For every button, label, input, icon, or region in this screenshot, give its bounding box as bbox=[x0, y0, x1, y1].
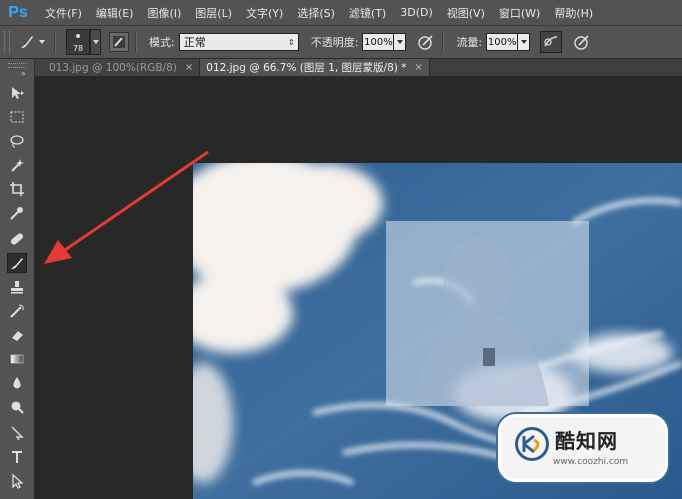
mode-label: 模式: bbox=[149, 36, 175, 49]
menu-type[interactable]: 文字(Y) bbox=[239, 5, 290, 21]
menu-bar: Ps 文件(F) 编辑(E) 图像(I) 图层(L) 文字(Y) 选择(S) 滤… bbox=[0, 0, 682, 25]
red-arrow bbox=[44, 150, 209, 264]
close-icon[interactable]: × bbox=[185, 62, 193, 73]
menu-select[interactable]: 选择(S) bbox=[290, 5, 342, 21]
panel-grip[interactable] bbox=[8, 63, 26, 68]
eraser-icon[interactable] bbox=[7, 325, 27, 345]
pressure-size-button[interactable] bbox=[572, 32, 592, 52]
gradient-icon[interactable] bbox=[7, 349, 27, 369]
history-brush-icon[interactable] bbox=[7, 301, 27, 321]
updown-arrow-icon: ⇕ bbox=[288, 37, 295, 47]
pressure-size-icon bbox=[574, 35, 589, 50]
dodge-icon[interactable] bbox=[7, 397, 27, 417]
watermark-url: www.coozhi.com bbox=[553, 457, 629, 467]
menu-3d[interactable]: 3D(D) bbox=[393, 6, 440, 19]
photoshop-logo: Ps bbox=[8, 3, 28, 21]
menu-file[interactable]: 文件(F) bbox=[38, 5, 89, 21]
path-selection-icon[interactable] bbox=[7, 423, 27, 443]
brush-size-value: 78 bbox=[72, 44, 84, 53]
menu-filter[interactable]: 滤镜(T) bbox=[342, 5, 393, 21]
brush-picker-dropdown[interactable] bbox=[90, 29, 101, 55]
chevron-down-icon bbox=[396, 40, 403, 44]
menu-edit[interactable]: 编辑(E) bbox=[89, 5, 141, 21]
tool-preset-picker[interactable] bbox=[18, 33, 48, 51]
tab-012[interactable]: 012.jpg @ 66.7% (图层 1, 图层蒙版/8) * × bbox=[200, 59, 430, 76]
collapse-icon[interactable]: » bbox=[21, 69, 26, 78]
document-tabs: 013.jpg @ 100%(RGB/8) × 012.jpg @ 66.7% … bbox=[35, 59, 682, 76]
options-grip[interactable] bbox=[4, 31, 10, 53]
menu-view[interactable]: 视图(V) bbox=[440, 5, 492, 21]
separator bbox=[442, 31, 445, 53]
watermark-title: 酷知网 bbox=[555, 429, 618, 453]
flow-label: 流量: bbox=[456, 36, 483, 49]
separator bbox=[135, 31, 137, 53]
opacity-label: 不透明度: bbox=[310, 36, 359, 49]
brush-size-picker[interactable]: 78 bbox=[66, 29, 90, 55]
magic-wand-icon[interactable] bbox=[7, 155, 27, 175]
opacity-dropdown[interactable] bbox=[394, 33, 407, 51]
coozhi-logo-icon bbox=[515, 427, 549, 461]
menu-layer[interactable]: 图层(L) bbox=[188, 5, 239, 21]
menu-help[interactable]: 帮助(H) bbox=[547, 5, 600, 21]
flow-dropdown[interactable] bbox=[518, 33, 531, 51]
airbrush-icon bbox=[544, 36, 558, 47]
healing-brush-icon[interactable] bbox=[7, 229, 27, 249]
brush-panel-toggle[interactable] bbox=[109, 32, 129, 52]
tab-label: 013.jpg @ 100%(RGB/8) bbox=[49, 61, 177, 74]
flow-input[interactable]: 100% bbox=[486, 33, 519, 51]
coozhi-watermark: 酷知网 www.coozhi.com bbox=[498, 414, 668, 482]
lasso-icon[interactable] bbox=[7, 131, 27, 151]
pressure-icon bbox=[418, 35, 434, 50]
tab-013[interactable]: 013.jpg @ 100%(RGB/8) × bbox=[35, 59, 201, 76]
direct-selection-icon[interactable] bbox=[7, 471, 27, 491]
opacity-input[interactable]: 100% bbox=[362, 33, 395, 51]
tools-panel: » bbox=[0, 59, 35, 499]
menu-image[interactable]: 图像(I) bbox=[140, 5, 188, 21]
chevron-down-icon bbox=[520, 40, 527, 44]
tab-label: 012.jpg @ 66.7% (图层 1, 图层蒙版/8) * bbox=[206, 62, 407, 74]
brush-icon[interactable] bbox=[7, 253, 27, 273]
brush-icon bbox=[18, 33, 36, 51]
chevron-down-icon bbox=[39, 40, 45, 44]
brush-panel-icon bbox=[113, 36, 125, 48]
clone-stamp-icon[interactable] bbox=[7, 277, 27, 297]
close-icon[interactable]: × bbox=[414, 62, 422, 73]
pressure-opacity-button[interactable] bbox=[416, 32, 436, 52]
options-bar: 78 模式: 正常 ⇕ 不透明度: 100% 流量: 100% bbox=[0, 25, 682, 59]
move-icon[interactable] bbox=[7, 83, 27, 103]
crop-icon[interactable] bbox=[7, 179, 27, 199]
marquee-icon[interactable] bbox=[7, 107, 27, 127]
blur-icon[interactable] bbox=[7, 373, 27, 393]
chevron-down-icon bbox=[92, 40, 99, 44]
mode-select[interactable]: 正常 ⇕ bbox=[178, 33, 299, 51]
mode-value: 正常 bbox=[183, 36, 206, 49]
airbrush-button[interactable] bbox=[540, 31, 563, 53]
type-icon[interactable] bbox=[7, 447, 27, 467]
menu-window[interactable]: 窗口(W) bbox=[492, 5, 547, 21]
eyedropper-icon[interactable] bbox=[7, 203, 27, 223]
brush-tip-icon bbox=[76, 34, 80, 38]
separator bbox=[54, 31, 56, 53]
